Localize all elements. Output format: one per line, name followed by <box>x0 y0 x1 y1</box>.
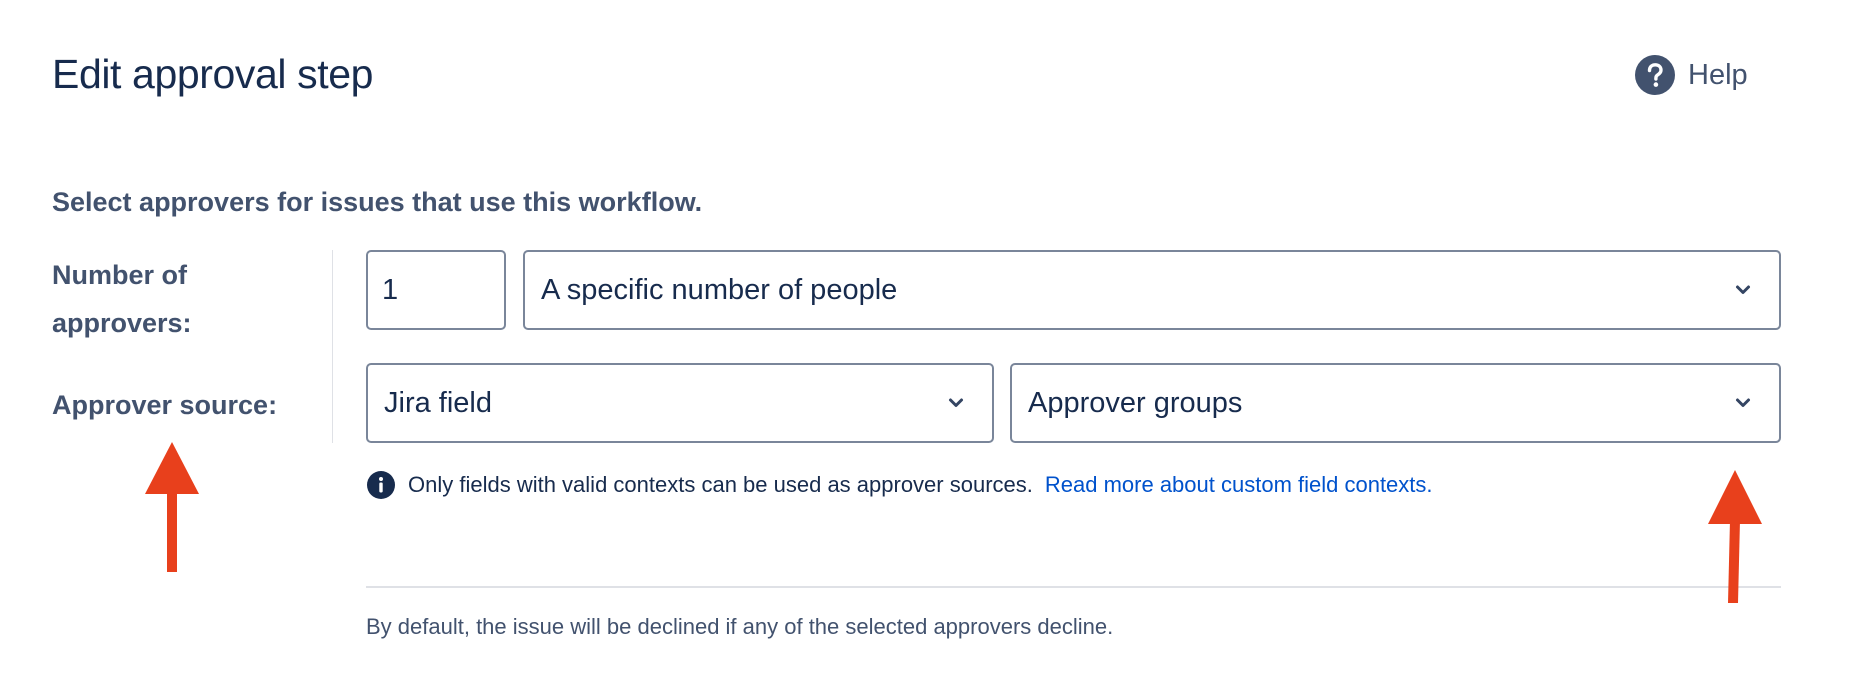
custom-field-contexts-link[interactable]: Read more about custom field contexts. <box>1045 472 1433 498</box>
info-message: Only fields with valid contexts can be u… <box>366 470 1433 500</box>
info-text: Only fields with valid contexts can be u… <box>408 472 1033 497</box>
annotation-arrow-up <box>145 442 199 572</box>
help-button[interactable]: Help <box>1634 52 1748 98</box>
question-circle-icon <box>1635 55 1675 95</box>
approver-source-label: Approver source: <box>52 390 278 420</box>
chevron-down-icon <box>1736 285 1750 294</box>
chevron-down-icon <box>1736 398 1750 407</box>
annotation-arrow-up <box>1708 470 1762 603</box>
help-label: Help <box>1688 58 1748 91</box>
approver-source-field-select[interactable]: Approver groups <box>1010 363 1781 443</box>
approver-source-type-select[interactable]: Jira field <box>366 363 994 443</box>
page-title: Edit approval step <box>52 51 374 97</box>
section-intro: Select approvers for issues that use thi… <box>52 187 703 217</box>
approver-count-input[interactable] <box>366 250 506 330</box>
approver-count-mode-select[interactable]: A specific number of people <box>523 250 1781 330</box>
approver-source-field-value: Approver groups <box>1028 386 1243 419</box>
chevron-down-icon <box>949 398 963 407</box>
approver-count-mode-value: A specific number of people <box>541 273 898 306</box>
label-divider <box>332 250 333 443</box>
section-divider <box>366 586 1781 588</box>
decline-policy-note: By default, the issue will be declined i… <box>366 614 1114 639</box>
approver-source-type-value: Jira field <box>384 386 492 419</box>
approver-count-field[interactable] <box>368 273 504 307</box>
info-icon <box>367 471 395 499</box>
number-of-approvers-label: Number of approvers: <box>52 260 192 338</box>
